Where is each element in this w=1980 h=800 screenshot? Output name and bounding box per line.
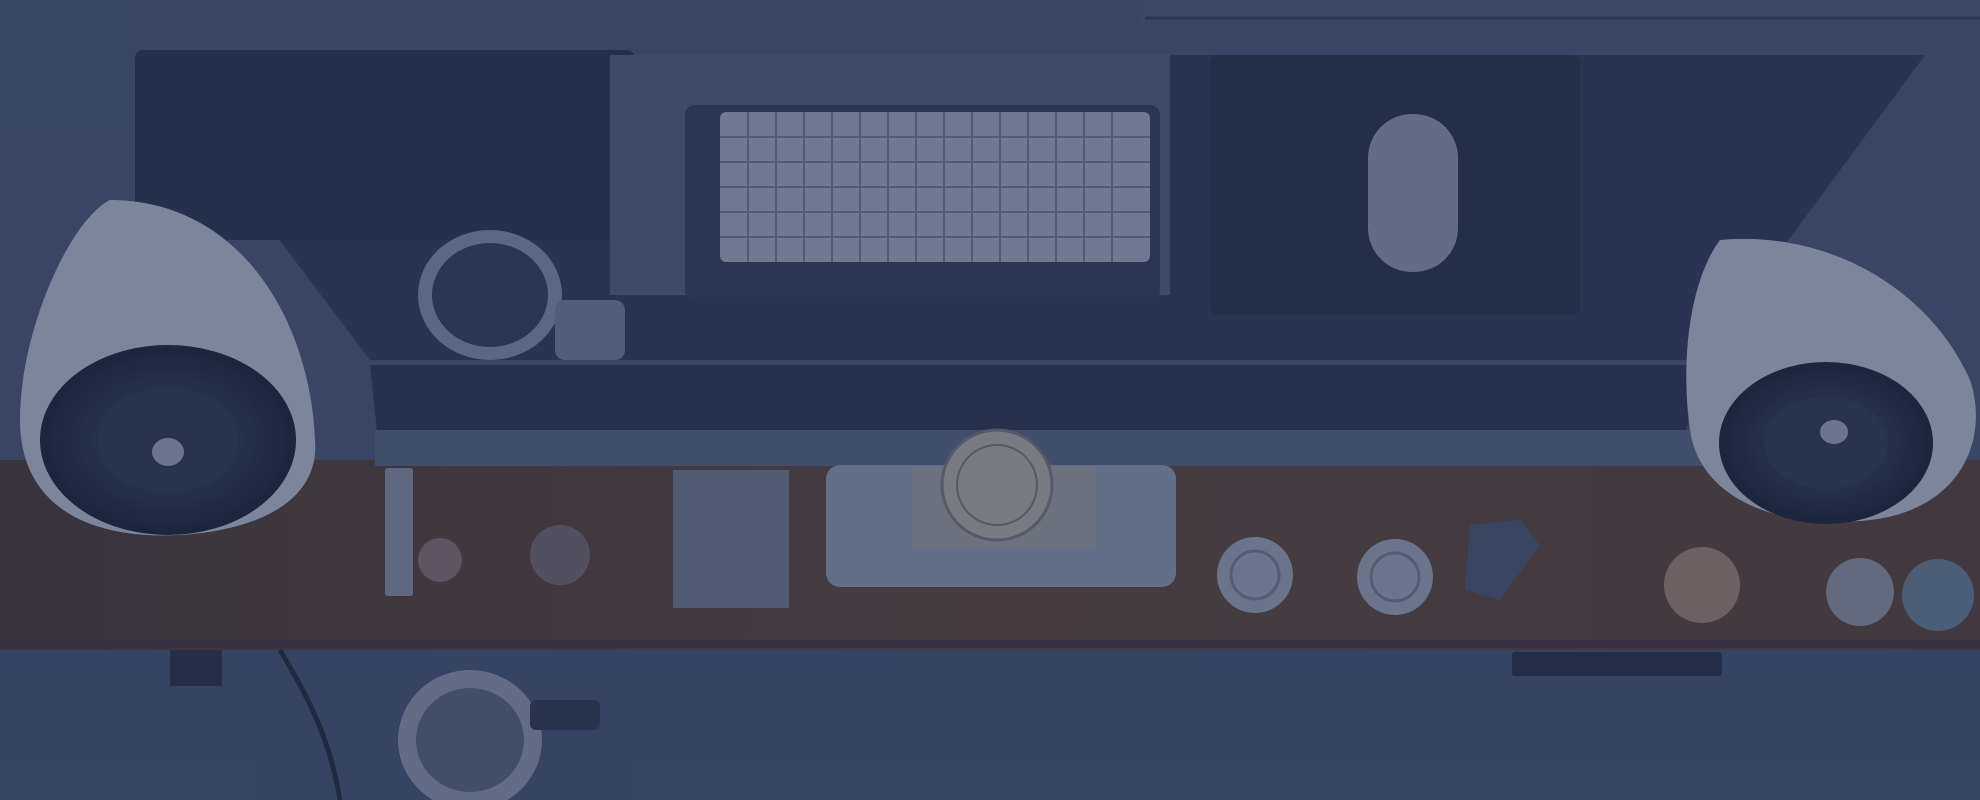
ruler bbox=[385, 468, 413, 596]
sticker-disc bbox=[940, 428, 1054, 542]
coaster-2 bbox=[1357, 539, 1433, 615]
coaster-1 bbox=[1217, 537, 1293, 613]
figurine-round bbox=[1826, 558, 1894, 626]
figurine-orange bbox=[1664, 547, 1740, 623]
card-holder bbox=[673, 470, 789, 608]
desk-photo bbox=[0, 0, 1980, 800]
monitor-dark-panel bbox=[135, 50, 635, 240]
mouse bbox=[1368, 114, 1458, 272]
figurine-left-2 bbox=[530, 525, 590, 585]
power-block bbox=[170, 650, 222, 686]
desk-scene bbox=[0, 0, 1980, 800]
figurine-left bbox=[418, 538, 462, 582]
figurine-blue bbox=[1902, 559, 1974, 631]
desk-tray bbox=[1512, 652, 1722, 676]
